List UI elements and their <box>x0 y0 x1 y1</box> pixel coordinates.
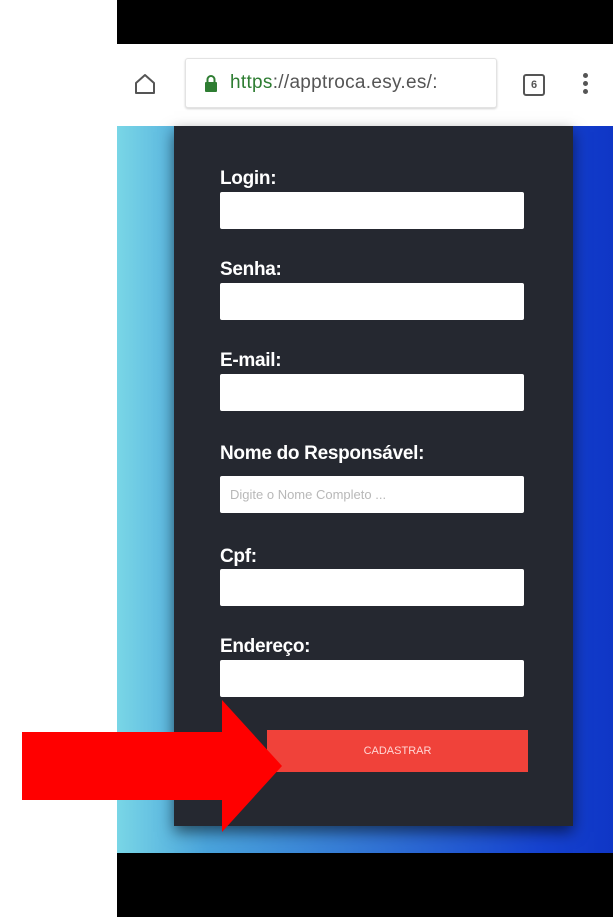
login-input[interactable] <box>220 192 524 229</box>
browser-toolbar: https://apptroca.esy.es/: 6 <box>117 44 613 126</box>
home-icon[interactable] <box>133 72 157 96</box>
endereco-input[interactable] <box>220 660 524 697</box>
login-label: Login: <box>220 168 277 189</box>
nome-responsavel-input[interactable] <box>220 476 524 513</box>
cpf-input[interactable] <box>220 569 524 606</box>
senha-input[interactable] <box>220 283 524 320</box>
status-bar <box>117 0 613 44</box>
email-input[interactable] <box>220 374 524 411</box>
cpf-label: Cpf: <box>220 546 257 567</box>
tab-switcher-button[interactable]: 6 <box>523 74 545 96</box>
overflow-menu-icon[interactable] <box>583 73 589 97</box>
red-arrow-annotation <box>22 700 282 832</box>
url-text: https://apptroca.esy.es/: <box>230 72 492 94</box>
senha-label: Senha: <box>220 259 282 280</box>
lock-icon <box>205 75 217 92</box>
url-scheme: https <box>230 72 273 93</box>
address-bar[interactable]: https://apptroca.esy.es/: <box>185 58 497 108</box>
nome-responsavel-label: Nome do Responsável: <box>220 443 425 464</box>
email-label: E-mail: <box>220 350 282 371</box>
cadastrar-button[interactable]: Cadastrar <box>267 730 528 772</box>
url-host: ://apptroca.esy.es/: <box>272 72 438 93</box>
endereco-label: Endereço: <box>220 636 311 657</box>
